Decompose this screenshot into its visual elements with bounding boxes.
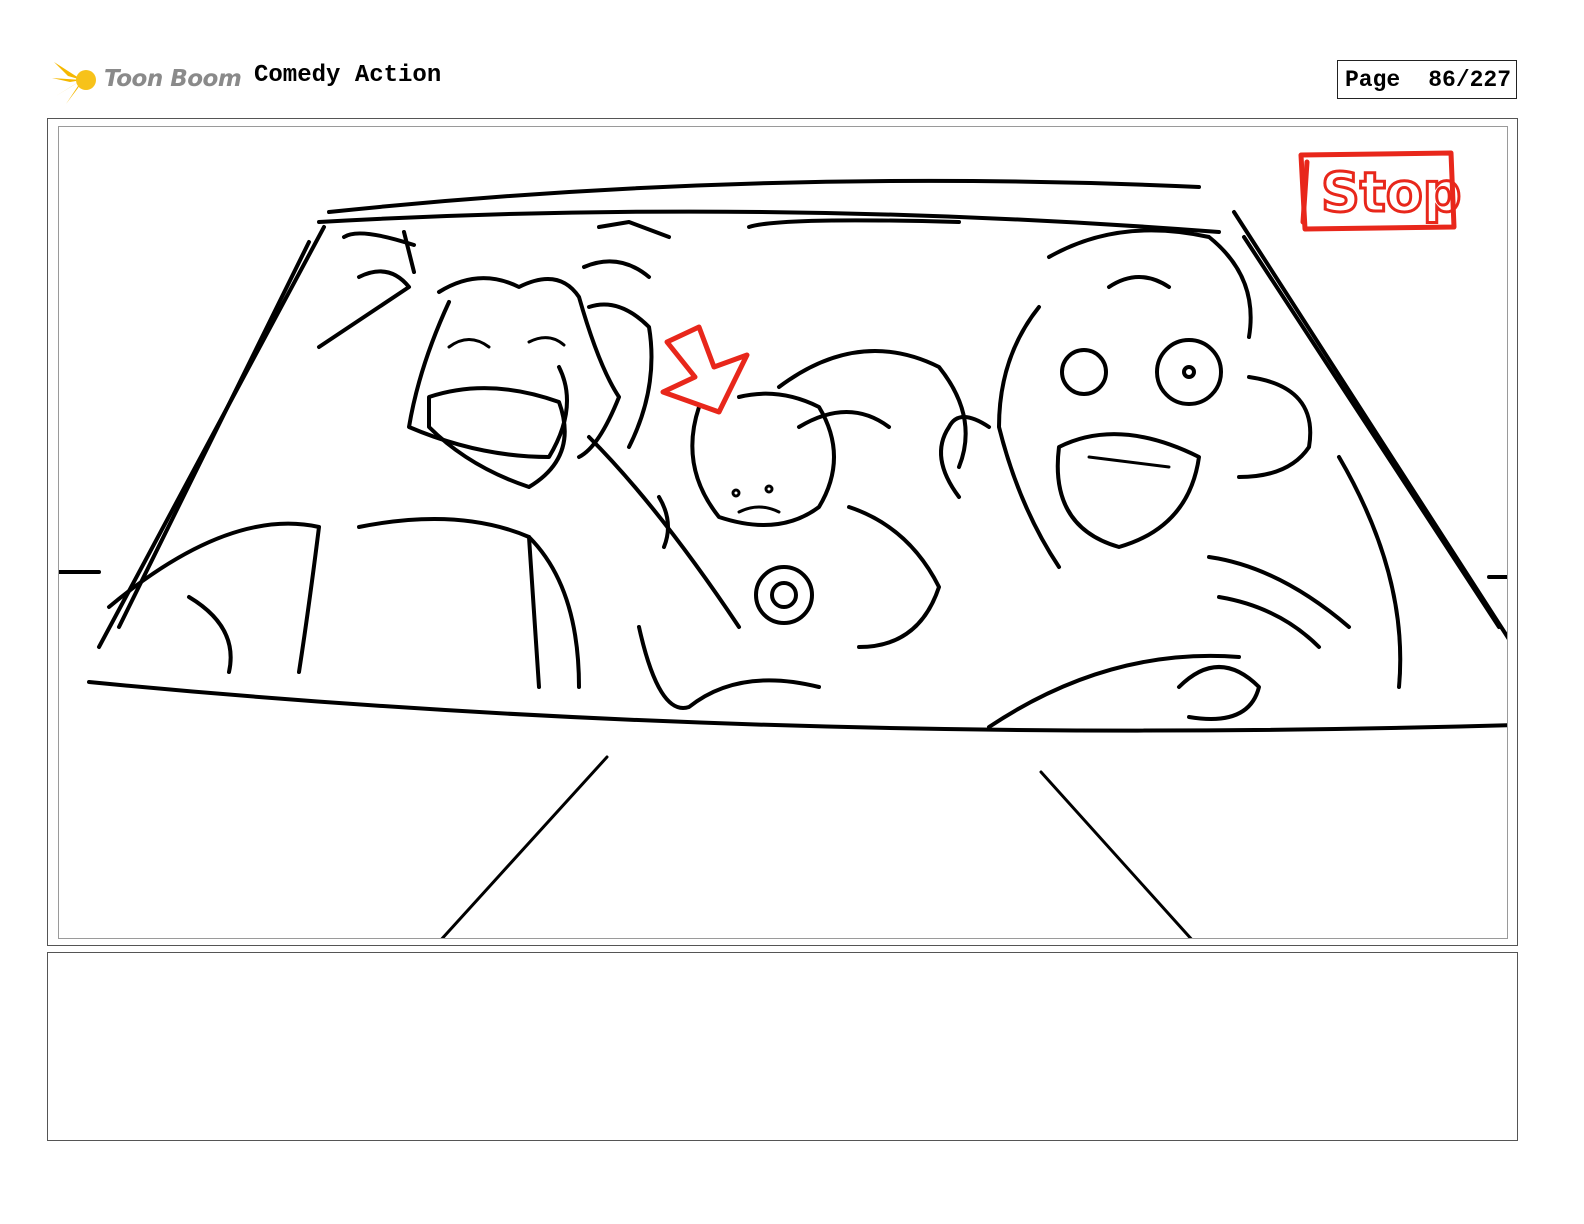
windshield-sketch [59, 178, 1507, 733]
starburst-icon [52, 56, 96, 104]
road-sketch [440, 755, 1193, 938]
caption-box [47, 952, 1518, 1141]
stop-annotation-text: Stop [1321, 161, 1461, 224]
logo-text: Toon Boom [104, 66, 242, 92]
project-title: Comedy Action [254, 62, 442, 89]
panel-drawing: Stop [59, 150, 1507, 938]
right-character-sketch [777, 228, 1403, 729]
page-number: 86/227 [1428, 66, 1512, 93]
red-arrow-annotation [660, 324, 750, 415]
toon-boom-logo: Toon Boom [52, 56, 242, 106]
page-label: Page [1345, 66, 1401, 93]
page-indicator: Page 86/227 [1337, 60, 1517, 99]
storyboard-panel: Stop [58, 126, 1508, 939]
